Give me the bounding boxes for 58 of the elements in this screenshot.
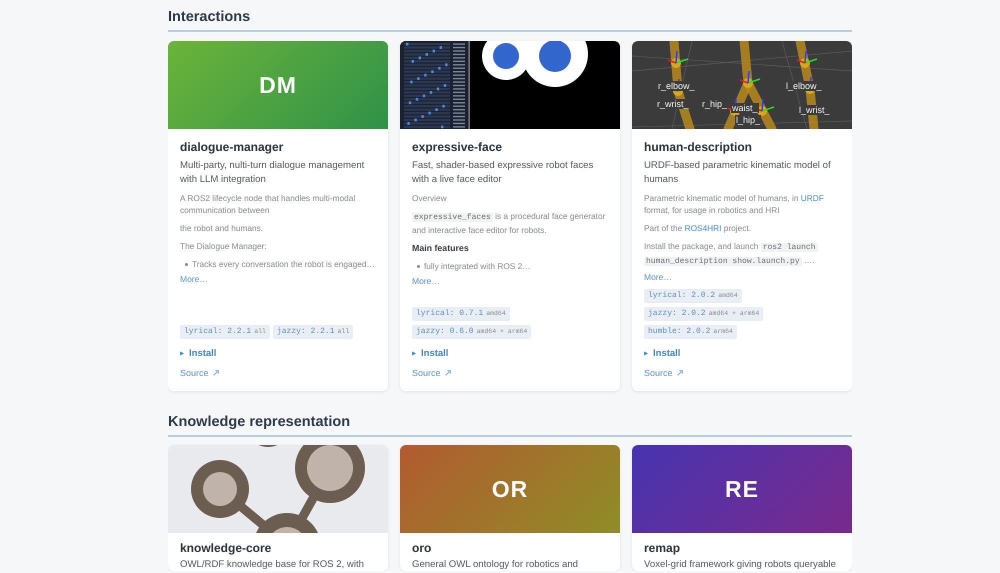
package-title[interactable]: expressive-face bbox=[412, 139, 502, 155]
joint-label: r_hip_ bbox=[701, 99, 728, 109]
install-toggle[interactable]: Install bbox=[412, 347, 448, 360]
banner-initials: OR bbox=[492, 475, 528, 503]
version-text: lyrical: 2.2.1 bbox=[184, 326, 252, 338]
description-text: expressive_faces is a procedural face generator and interactive face editor for robots. bbox=[412, 210, 606, 236]
joint-label: r_elbow_ bbox=[657, 81, 696, 91]
banner-initials: RE bbox=[725, 475, 759, 503]
description-text: Parametric kinematic model of humans, in URDF format, for usage in robotics and HRI bbox=[644, 192, 825, 216]
package-tagline: General OWL ontology for robotics and bbox=[412, 558, 580, 571]
more-link[interactable]: More… bbox=[644, 271, 672, 283]
version-text: jazzy: 2.0.2 bbox=[648, 308, 706, 320]
package-tagline: Voxel-grid framework giving robots queryable bbox=[644, 558, 837, 571]
package-tagline: OWL/RDF knowledge base for ROS 2, with bbox=[180, 558, 365, 571]
package-title[interactable]: knowledge-core bbox=[180, 541, 272, 556]
description-text: A ROS2 lifecycle node that handles multi-modal communication between bbox=[180, 192, 356, 216]
source-link[interactable]: Source bbox=[644, 367, 683, 379]
description-text: Install the package, and launch ros2 launch human_description show.launch.py …. bbox=[644, 240, 819, 268]
more-link[interactable]: More… bbox=[412, 275, 440, 287]
bullet-icon bbox=[185, 262, 188, 266]
version-text: lyrical: 0.7.1 bbox=[416, 308, 484, 320]
version-text: humble: 2.0.2 bbox=[648, 326, 710, 338]
version-text: jazzy: 2.2.1 bbox=[276, 326, 335, 338]
package-tagline: Fast, shader-based expressive robot faces with a live face editor bbox=[412, 159, 594, 187]
joint-label: l_hip_ bbox=[735, 115, 762, 125]
version-text: jazzy: 0.6.0 bbox=[416, 326, 474, 338]
text-link[interactable]: ROS4HRI bbox=[684, 223, 722, 233]
install-toggle[interactable]: Install bbox=[644, 347, 680, 360]
section-heading: Knowledge representation bbox=[168, 413, 350, 432]
package-title[interactable]: oro bbox=[412, 541, 432, 556]
banner-initials: DM bbox=[259, 71, 297, 99]
description-text: The Dialogue Manager: bbox=[180, 240, 268, 252]
package-title[interactable]: human-description bbox=[644, 139, 752, 155]
description-text: Part of the ROS4HRI project. bbox=[644, 222, 752, 234]
description-text: the robot and humans. bbox=[180, 222, 264, 234]
more-link[interactable]: More… bbox=[180, 273, 208, 285]
bullet-text: fully integrated with ROS 2… bbox=[424, 260, 531, 272]
section-heading: Interactions bbox=[168, 8, 250, 27]
external-link-icon bbox=[212, 370, 219, 376]
package-title[interactable]: remap bbox=[644, 541, 680, 556]
source-link[interactable]: Source bbox=[412, 367, 451, 379]
install-toggle[interactable]: Install bbox=[180, 347, 216, 360]
package-tagline: Multi-party, nulti-turn dialogue management with LLM integration bbox=[180, 159, 366, 187]
description-text: Overview bbox=[412, 192, 448, 204]
features-heading: Main features bbox=[412, 242, 470, 254]
bullet-text: Tracks every conversation the robot is engaged… bbox=[192, 258, 375, 270]
joint-label: l_wrist_ bbox=[798, 105, 831, 115]
joint-label: l_elbow_ bbox=[785, 81, 823, 91]
bullet-icon bbox=[417, 264, 420, 268]
text-link[interactable]: URDF bbox=[800, 193, 824, 203]
package-tagline: URDF-based parametric kinematic model of humans bbox=[644, 159, 832, 187]
external-link-icon bbox=[444, 370, 451, 376]
joint-label: r_wrist_ bbox=[656, 99, 690, 109]
version-text: lyrical: 2.0.2 bbox=[648, 290, 716, 302]
external-link-icon bbox=[676, 370, 683, 376]
joint-label: waist_ bbox=[731, 103, 759, 113]
source-link[interactable]: Source bbox=[180, 367, 219, 379]
package-title[interactable]: dialogue-manager bbox=[180, 139, 284, 155]
